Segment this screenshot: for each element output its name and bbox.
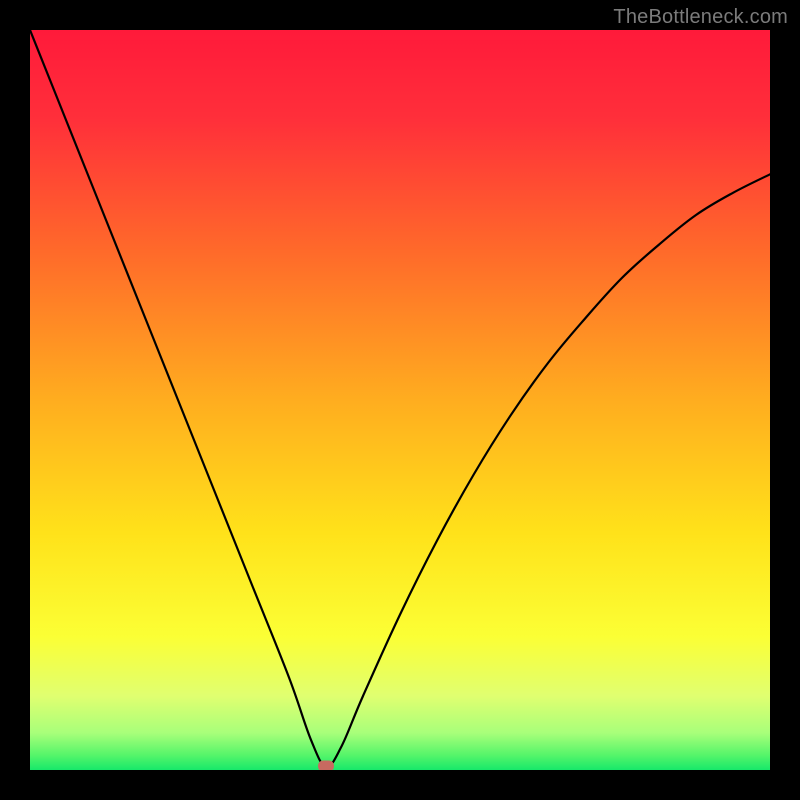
bottleneck-curve [30, 30, 770, 770]
optimum-marker [318, 761, 334, 770]
plot-area [30, 30, 770, 770]
watermark-text: TheBottleneck.com [613, 6, 788, 29]
chart-frame: TheBottleneck.com [0, 0, 800, 800]
